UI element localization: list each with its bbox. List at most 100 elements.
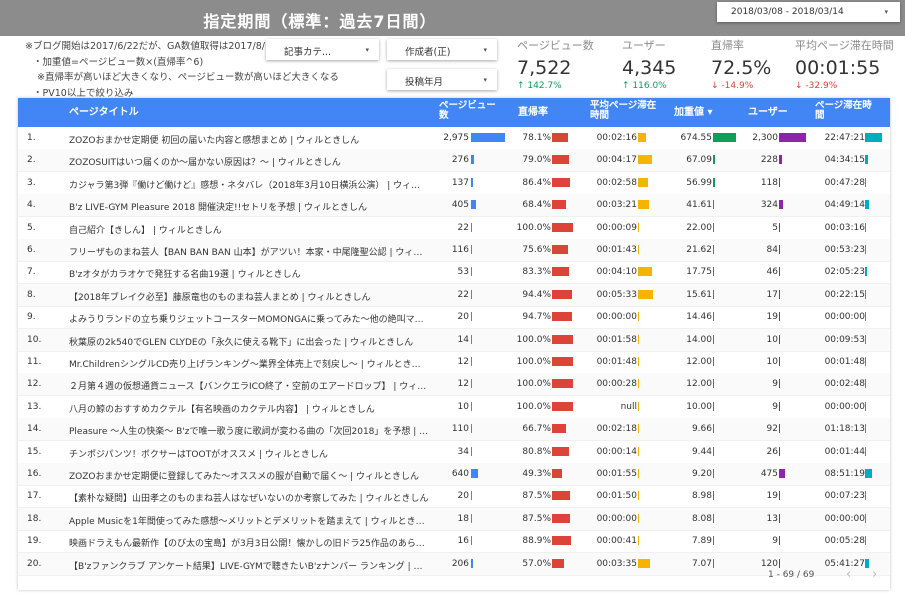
kpi-label: 平均ページ滞在時間 bbox=[795, 39, 894, 52]
row-page-title: ２月第４週の仮想通貨ニュース【バンクエラICO終了・空前のエアードロップ】 | … bbox=[69, 382, 429, 393]
table-row[interactable]: 3. カジャラ第3弾『働けど働けど』感想・ネタバレ（2018年3月10日横浜公演）… bbox=[18, 172, 890, 195]
row-weight: 12.00 bbox=[686, 357, 712, 367]
table-row[interactable]: 17. 【素朴な疑問】山田孝之のものまね芸人はなぜいないのか考察してみた | ウィ… bbox=[18, 485, 890, 509]
bar-pt bbox=[865, 222, 866, 232]
table-row[interactable]: 16. ZOZOおまかせ定期便に登録してみた～オススメの服が自動で届く～ | ウィ… bbox=[18, 463, 890, 486]
kpi-value: 7,522 bbox=[517, 57, 572, 79]
kpi-change: ↓ -32.9% bbox=[795, 81, 894, 91]
table-row[interactable]: 9. よみうりランドの立ち乗りジェットコースターMOMONGAに乗ってみた～他の絶… bbox=[18, 306, 890, 330]
filter-article-category[interactable]: 記事カテ... ▾ bbox=[266, 39, 379, 60]
bar-pv bbox=[471, 491, 472, 501]
table-row[interactable]: 4. B'z LIVE-GYM Pleasure 2018 開催決定!!セトリを予… bbox=[18, 194, 890, 218]
note-line: ※直帰率が高いほど大きくなり、ページビュー数が高いほど大きくなる bbox=[37, 72, 339, 83]
bar-usr bbox=[779, 424, 780, 434]
row-page-title: 【B'zファンクラブ アンケート結果】LIVE-GYMで聴きたいB'zナンバー … bbox=[69, 561, 429, 572]
table-row[interactable]: 14. Pleasure ～人生の快楽～ B'zで唯一歌う度に歌詞が変わる曲の「次… bbox=[18, 418, 890, 442]
col-header-users[interactable]: ユーザー bbox=[748, 108, 788, 118]
date-range-value: 2018/03/08 - 2018/03/14 bbox=[731, 7, 844, 17]
row-index: 11. bbox=[27, 357, 42, 367]
row-page-time: 00:09:53 bbox=[824, 334, 865, 345]
bar-usr bbox=[779, 177, 780, 187]
bar-usr bbox=[779, 536, 780, 546]
row-index: 20. bbox=[27, 558, 42, 569]
bar-pt bbox=[865, 424, 866, 434]
row-bounce-rate: 87.5% bbox=[522, 513, 551, 524]
chevron-down-icon: ▾ bbox=[483, 76, 487, 84]
row-page-time: 00:02:48 bbox=[824, 379, 865, 390]
filter-post-month[interactable]: 投稿年月 ▾ bbox=[387, 69, 497, 90]
table-row[interactable]: 19. 映画ドラえもん最新作【のび太の宝島】が3月3日公開！懐かしの旧ドラ25作品… bbox=[18, 530, 890, 554]
row-users: 118 bbox=[760, 177, 778, 188]
bar-br bbox=[552, 513, 570, 523]
row-weight: 56.99 bbox=[686, 177, 712, 188]
bar-pv bbox=[471, 245, 472, 254]
bar-wt bbox=[713, 133, 736, 142]
row-avg-time: 00:00:14 bbox=[596, 446, 637, 457]
table-row[interactable]: 10. 秋葉原の2k540でGLEN CLYDEの「永久に使える靴下」に出会った … bbox=[18, 328, 890, 352]
row-avg-time: 00:02:16 bbox=[596, 133, 637, 143]
prev-page-icon[interactable]: ‹ bbox=[846, 567, 851, 582]
bar-usr bbox=[779, 222, 780, 232]
kpi-value: 00:01:55 bbox=[795, 57, 881, 79]
table-row[interactable]: 15. チンポジパンツ！ボクサーはTOOTがオススメ | ウィルときしん 34 80.… bbox=[18, 441, 890, 464]
bar-wt bbox=[713, 312, 714, 322]
next-page-icon[interactable]: › bbox=[872, 567, 877, 582]
date-range-picker[interactable]: 2018/03/08 - 2018/03/14 ▾ bbox=[717, 2, 900, 22]
bar-pt bbox=[865, 133, 882, 142]
table-row[interactable]: 2. ZOZOSUITはいつ届くのか～届かない原因は？～ | ウィルときしん 276… bbox=[18, 149, 890, 173]
bar-usr bbox=[779, 289, 780, 299]
row-index: 1. bbox=[27, 133, 36, 143]
row-page-title: Pleasure ～人生の快楽～ B'zで唯一歌う度に歌詞が変わる曲の「次回20… bbox=[69, 427, 429, 438]
col-header-title[interactable]: ページタイトル bbox=[69, 108, 139, 118]
row-page-title: 秋葉原の2k540でGLEN CLYDEの「永久に使える靴下」に出会った | ウ… bbox=[69, 337, 414, 348]
bar-pt bbox=[865, 312, 866, 322]
row-weight: 10.00 bbox=[686, 401, 712, 412]
bar-dur bbox=[638, 446, 639, 456]
row-bounce-rate: 94.7% bbox=[522, 312, 551, 323]
bar-wt bbox=[713, 177, 715, 187]
chevron-down-icon: ▾ bbox=[884, 8, 888, 16]
bar-pv bbox=[471, 267, 472, 277]
col-header-avg-time[interactable]: 平均ページ滞在 時間 bbox=[590, 101, 656, 121]
bar-br bbox=[552, 222, 573, 232]
bar-br bbox=[552, 446, 569, 456]
bar-dur bbox=[638, 312, 639, 322]
table-row[interactable]: 12. ２月第４週の仮想通貨ニュース【バンクエラICO終了・空前のエアードロップ】… bbox=[18, 373, 890, 397]
bar-br bbox=[552, 312, 572, 322]
bar-dur bbox=[638, 469, 639, 478]
filter-author[interactable]: 作成者(正) ▾ bbox=[387, 39, 497, 60]
row-avg-time: 00:04:10 bbox=[596, 267, 637, 278]
row-page-time: 00:53:23 bbox=[824, 245, 865, 255]
row-users: 324 bbox=[760, 200, 778, 211]
bar-wt bbox=[713, 379, 714, 389]
bar-usr bbox=[779, 446, 780, 456]
bar-br bbox=[552, 267, 569, 277]
col-header-page-time[interactable]: ページ滞在時 間 bbox=[815, 101, 872, 121]
table-row[interactable]: 1. ZOZOおまかせ定期便 初回の届いた内容と感想まとめ | ウィルときしん 2,… bbox=[18, 127, 890, 150]
col-header-pageviews[interactable]: ページビュー 数 bbox=[439, 101, 496, 121]
table-row[interactable]: 6. フリーザものまね芸人【BAN BAN BAN 山本】がアツい！本家・中尾隆聖… bbox=[18, 239, 890, 262]
col-header-weight[interactable]: 加重値 ▾ bbox=[674, 108, 713, 118]
table-row[interactable]: 13. 八月の鯨のおすすめカクテル【有名映画のカクテル内容】 | ウィルときしん 1… bbox=[18, 396, 890, 419]
table-row[interactable]: 8. 【2018年ブレイク必至】藤原竜也のものまね芸人まとめ | ウィルときしん 2… bbox=[18, 283, 890, 307]
kpi-value: 4,345 bbox=[622, 57, 677, 79]
table-row[interactable]: 5. 自己紹介【きしん】 | ウィルときしん 22 100.0% 00:00:09 22.… bbox=[18, 217, 890, 240]
table-row[interactable]: 18. Apple Musicを1年間使ってみた感想～メリットとデメリットを踏まえ… bbox=[18, 507, 890, 531]
row-pageviews: 12 bbox=[457, 357, 469, 367]
table-row[interactable]: 20. 【B'zファンクラブ アンケート結果】LIVE-GYMで聴きたいB'zナン… bbox=[18, 552, 890, 576]
table-row[interactable]: 11. Mr.ChildrenシングルCD売り上げランキング～業界全体売上で刻戻し… bbox=[18, 351, 890, 374]
row-pageviews: 116 bbox=[451, 245, 469, 255]
bar-usr bbox=[779, 469, 785, 478]
col-header-bounce[interactable]: 直帰率 bbox=[518, 108, 548, 118]
bar-dur bbox=[638, 357, 639, 366]
kpi-change: ↓ -14.9% bbox=[711, 81, 771, 91]
table-row[interactable]: 7. B'zオタがカラオケで発狂する名曲19選 | ウィルときしん 53 83.3% 0… bbox=[18, 261, 890, 285]
data-table: ページタイトル ページビュー 数 直帰率 平均ページ滞在 時間 加重値 ▾ ユー… bbox=[18, 98, 890, 590]
row-weight: 674.55 bbox=[680, 133, 713, 143]
row-pageviews: 12 bbox=[457, 379, 469, 390]
row-index: 19. bbox=[27, 536, 42, 547]
kpi-value: 72.5% bbox=[711, 57, 772, 79]
row-page-title: ZOZOSUITはいつ届くのか～届かない原因は？～ | ウィルときしん bbox=[69, 158, 341, 169]
arrow-down-icon: ↓ bbox=[711, 81, 719, 91]
row-index: 9. bbox=[27, 312, 36, 323]
